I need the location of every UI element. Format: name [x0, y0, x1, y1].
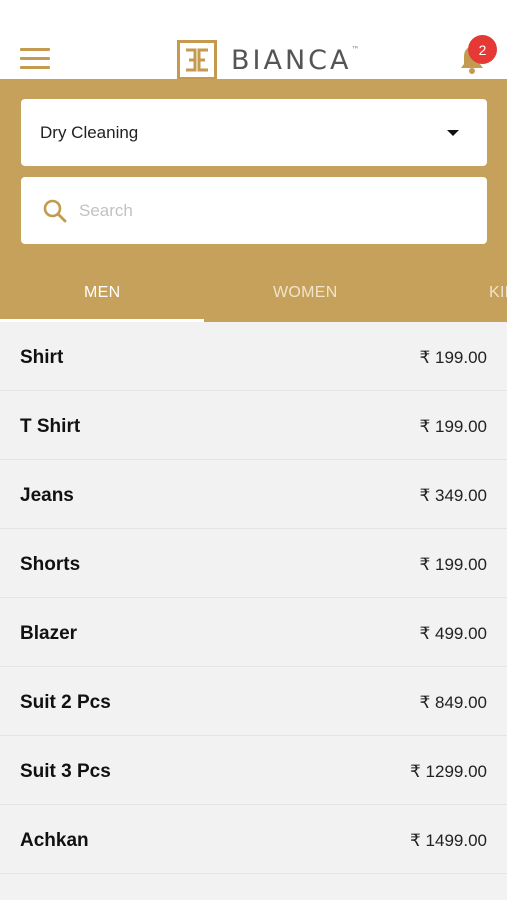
list-item[interactable]: Shorts ₹ 199.00	[0, 529, 507, 598]
list-item[interactable]: Suit 3 Pcs ₹ 1299.00	[0, 736, 507, 805]
notification-badge[interactable]: 2	[468, 35, 497, 64]
item-price: ₹ 199.00	[419, 555, 487, 574]
brand-name: BIANCA™	[231, 44, 360, 76]
list-item[interactable]: Achkan ₹ 1499.00	[0, 805, 507, 874]
item-price: ₹ 499.00	[419, 624, 487, 643]
search-box[interactable]	[21, 177, 487, 244]
list-item[interactable]: Blazer ₹ 499.00	[0, 598, 507, 667]
item-name: Suit 2 Pcs	[20, 692, 111, 713]
tab-kids[interactable]: KIDS	[489, 284, 507, 302]
list-item[interactable]: Shirt ₹ 199.00	[0, 322, 507, 391]
service-dropdown[interactable]: Dry Cleaning	[21, 99, 487, 166]
item-price: ₹ 199.00	[419, 417, 487, 436]
item-name: T Shirt	[20, 416, 81, 437]
list-item[interactable]: T Shirt ₹ 199.00	[0, 391, 507, 460]
item-price: ₹ 849.00	[419, 693, 487, 712]
item-price: ₹ 199.00	[419, 348, 487, 367]
price-list: Shirt ₹ 199.00 T Shirt ₹ 199.00 Jeans ₹ …	[0, 322, 507, 874]
item-name: Jeans	[20, 485, 74, 506]
item-name: Blazer	[20, 623, 78, 644]
item-price: ₹ 349.00	[419, 486, 487, 505]
item-name: Achkan	[20, 830, 89, 851]
brand-logo-mark	[177, 40, 217, 80]
item-price: ₹ 1499.00	[410, 831, 487, 850]
service-dropdown-value: Dry Cleaning	[40, 122, 139, 142]
app-header: BIANCA™ 2	[0, 0, 507, 80]
item-price: ₹ 1299.00	[410, 762, 487, 781]
search-icon	[43, 199, 67, 223]
category-tabs: MEN WOMEN KIDS	[0, 266, 507, 322]
search-input[interactable]	[79, 195, 459, 227]
list-item[interactable]: Suit 2 Pcs ₹ 849.00	[0, 667, 507, 736]
item-name: Shorts	[20, 554, 81, 575]
caret-down-icon	[447, 130, 459, 136]
brand-logo: BIANCA™	[177, 40, 359, 80]
tab-women[interactable]: WOMEN	[273, 284, 338, 302]
item-name: Suit 3 Pcs	[20, 761, 111, 782]
menu-icon[interactable]	[20, 48, 50, 70]
tab-men[interactable]: MEN	[84, 284, 120, 302]
item-name: Shirt	[20, 347, 64, 368]
list-item[interactable]: Jeans ₹ 349.00	[0, 460, 507, 529]
